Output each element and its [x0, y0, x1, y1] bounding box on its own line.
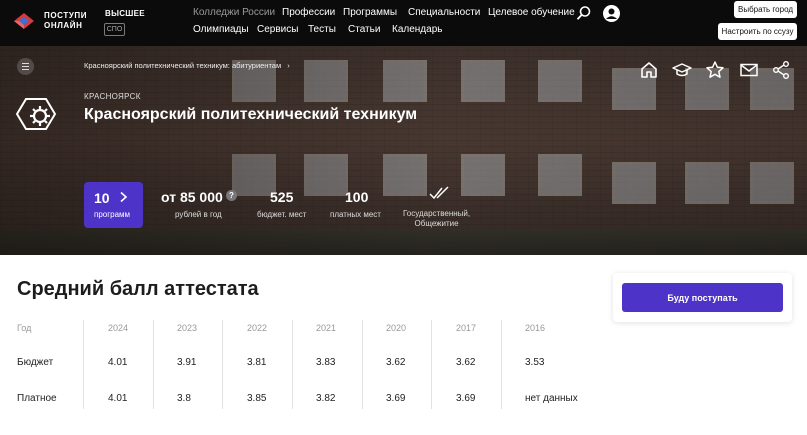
nav-professions[interactable]: Профессии [282, 7, 335, 18]
home-icon[interactable] [639, 60, 659, 80]
setup-by-ssuz-button[interactable]: Настроить по ссузу [718, 23, 797, 40]
hero-menu-icon[interactable] [17, 58, 34, 75]
level-high-link[interactable]: ВЫСШЕЕ [105, 9, 145, 18]
college-city: КРАСНОЯРСК [84, 92, 141, 101]
table-cell: 3.8 [177, 393, 191, 404]
table-cell: 3.53 [525, 357, 545, 368]
table-cell: 3.85 [247, 393, 267, 404]
search-icon[interactable] [576, 5, 592, 21]
table-cell: 3.69 [456, 393, 476, 404]
table-cell: 3.91 [177, 357, 197, 368]
graduation-cap-icon[interactable] [672, 60, 692, 80]
table-cell: 3.62 [456, 357, 476, 368]
college-hero-banner: Красноярский политехнический техникум: а… [0, 46, 807, 255]
table-divider [83, 320, 84, 409]
logo-text[interactable]: ПОСТУПИ ОНЛАЙН [44, 11, 87, 31]
table-divider [431, 320, 432, 409]
paid-places-value: 100 [345, 189, 369, 205]
table-divider [362, 320, 363, 409]
table-header-cell: 2023 [177, 323, 198, 333]
budget-places-label: бюджет. мест [257, 210, 307, 219]
budget-places-value: 525 [270, 189, 294, 205]
nav-calendar[interactable]: Календарь [392, 24, 442, 35]
mail-icon[interactable] [739, 60, 759, 80]
college-type-line1: Государственный, [403, 209, 471, 218]
table-cell: нет данных [525, 393, 578, 404]
share-icon[interactable] [771, 60, 791, 80]
breadcrumb: Красноярский политехнический техникум: а… [84, 61, 290, 70]
nav-specialties[interactable]: Специальности [408, 7, 480, 18]
college-title: Красноярский политехнический техникум [84, 106, 418, 123]
table-header-cell: 2017 [456, 323, 477, 333]
table-header-year: Год [17, 323, 32, 333]
price-label: рублей в год [175, 210, 222, 219]
college-type-line2: Общежитие [414, 219, 459, 228]
nav-tests[interactable]: Тесты [308, 24, 336, 35]
table-divider [501, 320, 502, 409]
top-navigation-bar: ПОСТУПИ ОНЛАЙН ВЫСШЕЕ СПО Колледжи Росси… [0, 0, 807, 46]
table-header-cell: 2016 [525, 323, 546, 333]
logo-line2: ОНЛАЙН [44, 21, 83, 30]
postupi-online-logo-icon[interactable] [12, 10, 36, 32]
nav-colleges-russia[interactable]: Колледжи России [193, 7, 275, 18]
price-help-icon[interactable]: ? [226, 190, 237, 201]
section-title: Средний балл аттестата [17, 278, 259, 300]
star-icon[interactable] [705, 60, 725, 80]
table-header-cell: 2021 [316, 323, 337, 333]
breadcrumb-item[interactable]: Красноярский политехнический техникум: а… [84, 61, 281, 70]
table-divider [222, 320, 223, 409]
table-cell: 3.62 [386, 357, 406, 368]
double-check-icon [429, 186, 449, 200]
table-header-cell: 2024 [108, 323, 129, 333]
choose-city-button[interactable]: Выбрать город [734, 1, 797, 18]
programs-count-button[interactable]: 10 программ [84, 182, 143, 228]
table-divider [292, 320, 293, 409]
table-row-label: Бюджет [17, 357, 54, 368]
table-cell: 3.81 [247, 357, 267, 368]
apply-card: Буду поступать [613, 273, 792, 322]
nav-target-education[interactable]: Целевое обучение [488, 7, 575, 18]
apply-button[interactable]: Буду поступать [622, 283, 783, 312]
nav-olympiads[interactable]: Олимпиады [193, 24, 249, 35]
nav-programs[interactable]: Программы [343, 7, 397, 18]
programs-label: программ [94, 210, 131, 219]
level-spo-badge[interactable]: СПО [104, 23, 125, 36]
college-type-label: Государственный, Общежитие [403, 209, 470, 229]
logo-line1: ПОСТУПИ [44, 11, 88, 20]
chevron-right-icon [120, 191, 128, 203]
table-divider [153, 320, 154, 409]
breadcrumb-separator: › [287, 61, 290, 70]
user-icon[interactable] [603, 5, 620, 22]
college-logo-icon [16, 98, 56, 130]
programs-count: 10 [94, 190, 110, 206]
nav-articles[interactable]: Статьи [348, 24, 380, 35]
table-row-label: Платное [17, 393, 57, 404]
table-header-cell: 2020 [386, 323, 407, 333]
price-value: от 85 000 [161, 189, 223, 205]
table-header-cell: 2022 [247, 323, 268, 333]
table-cell: 3.83 [316, 357, 336, 368]
table-cell: 4.01 [108, 357, 128, 368]
table-cell: 3.69 [386, 393, 406, 404]
nav-services[interactable]: Сервисы [257, 24, 298, 35]
table-cell: 3.82 [316, 393, 336, 404]
paid-places-label: платных мест [330, 210, 381, 219]
table-cell: 4.01 [108, 393, 128, 404]
